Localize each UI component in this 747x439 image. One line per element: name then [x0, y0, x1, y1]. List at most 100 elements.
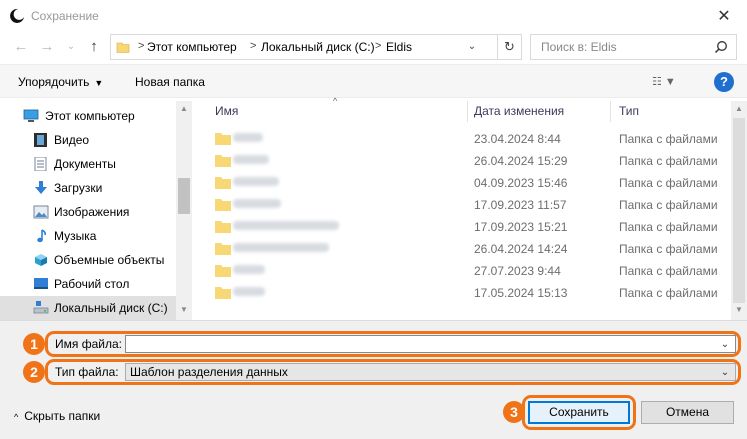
hide-folders-button[interactable]: ^ Скрыть папки	[14, 409, 100, 423]
app-icon	[10, 8, 24, 23]
column-header-name[interactable]: Имя	[215, 104, 238, 124]
breadcrumb-drive[interactable]: Локальный диск (C:)	[261, 40, 375, 54]
folder-icon	[215, 243, 231, 255]
documents-icon	[34, 157, 47, 171]
organize-button[interactable]: Упорядочить ▼	[18, 75, 103, 89]
3d-objects-icon	[35, 254, 47, 266]
file-row[interactable]: 17.09.2023 11:57 Папка с файлами	[197, 194, 731, 216]
forward-button[interactable]: →	[39, 39, 55, 55]
step-badge-2: 2	[23, 361, 45, 383]
close-icon: ✕	[717, 8, 731, 25]
view-options-button[interactable]: ☷ ▼	[652, 75, 692, 91]
sidebar-item-3d-objects[interactable]: Объемные объекты	[0, 248, 176, 272]
save-button[interactable]: Сохранить	[528, 401, 630, 424]
search-icon	[714, 41, 727, 54]
back-button[interactable]: ←	[13, 39, 29, 55]
sidebar-scrollbar[interactable]: ▲ ▼	[176, 101, 192, 320]
filename-input[interactable]: ⌄	[125, 335, 736, 353]
scroll-up-arrow-icon[interactable]: ▲	[176, 102, 192, 116]
sidebar-item-downloads[interactable]: Загрузки	[0, 176, 176, 200]
file-type: Папка с файлами	[619, 132, 718, 146]
file-list-scrollbar[interactable]: ▲ ▼	[731, 101, 747, 320]
file-row[interactable]: 26.04.2024 14:24 Папка с файлами	[197, 238, 731, 260]
sidebar-scrollbar-thumb[interactable]	[178, 178, 190, 214]
sidebar-item-label: Музыка	[54, 229, 97, 243]
folder-icon	[215, 133, 231, 145]
file-type: Папка с файлами	[619, 220, 718, 234]
file-name-redacted	[233, 133, 263, 142]
file-type: Папка с файлами	[619, 198, 718, 212]
breadcrumb-separator: >	[375, 40, 382, 52]
filename-label: Имя файла:	[55, 337, 122, 351]
column-divider[interactable]	[467, 101, 468, 122]
column-header-type[interactable]: Тип	[619, 104, 639, 124]
file-type: Папка с файлами	[619, 176, 718, 190]
computer-icon	[23, 109, 39, 122]
filetype-select[interactable]: Шаблон разделения данных ⌄	[125, 363, 736, 381]
up-button[interactable]: ↑	[86, 39, 102, 55]
file-date: 26.04.2024 15:29	[474, 154, 568, 168]
search-input[interactable]: Поиск в: Eldis	[530, 34, 737, 60]
breadcrumb-eldis[interactable]: Eldis	[386, 40, 412, 54]
file-row[interactable]: 27.07.2023 9:44 Папка с файлами	[197, 260, 731, 282]
scroll-down-arrow-icon[interactable]: ▼	[731, 303, 747, 317]
file-row[interactable]: 04.09.2023 15:46 Папка с файлами	[197, 172, 731, 194]
sidebar-item-pictures[interactable]: Изображения	[0, 200, 176, 224]
sidebar-item-label: Объемные объекты	[54, 253, 165, 267]
file-row[interactable]: 23.04.2024 8:44 Папка с файлами	[197, 128, 731, 150]
file-name-redacted	[233, 221, 339, 230]
column-header-date[interactable]: Дата изменения	[474, 104, 564, 124]
file-row[interactable]: 17.05.2024 15:13 Папка с файлами	[197, 282, 731, 304]
file-type: Папка с файлами	[619, 286, 718, 300]
file-row[interactable]: 17.09.2023 15:21 Папка с файлами	[197, 216, 731, 238]
navigation-pane: Этот компьютер Видео Документы Загрузки …	[0, 101, 192, 320]
file-name-redacted	[233, 243, 329, 252]
file-date: 27.07.2023 9:44	[474, 264, 561, 278]
sidebar-item-computer[interactable]: Этот компьютер	[0, 104, 176, 128]
file-name-redacted	[233, 199, 281, 208]
filetype-label: Тип файла:	[55, 365, 119, 379]
chevron-up-icon: ^	[14, 412, 19, 422]
help-button[interactable]: ?	[714, 72, 734, 92]
new-folder-button[interactable]: Новая папка	[135, 75, 205, 89]
sidebar-item-label: Рабочий стол	[54, 277, 130, 291]
music-icon	[37, 229, 46, 243]
cancel-button[interactable]: Отмена	[641, 401, 734, 424]
chevron-down-icon[interactable]: ⌄	[719, 337, 731, 353]
sidebar-item-local-disk[interactable]: Локальный диск (C:)	[0, 296, 176, 320]
sidebar-item-music[interactable]: Музыка	[0, 224, 176, 248]
search-placeholder: Поиск в: Eldis	[541, 40, 617, 54]
refresh-icon: ↻	[504, 39, 515, 54]
file-name-redacted	[233, 265, 265, 274]
downloads-icon	[35, 181, 47, 194]
file-type: Папка с файлами	[619, 264, 718, 278]
file-name-redacted	[233, 155, 269, 164]
filetype-row-highlight: Тип файла: Шаблон разделения данных ⌄	[45, 359, 741, 385]
video-icon	[34, 133, 47, 147]
file-row[interactable]: 26.04.2024 15:29 Папка с файлами	[197, 150, 731, 172]
sidebar-item-label: Документы	[54, 157, 116, 171]
close-button[interactable]: ✕	[701, 0, 747, 32]
address-bar[interactable]: > Этот компьютер > Локальный диск (C:) >…	[110, 34, 498, 60]
file-type: Папка с файлами	[619, 154, 718, 168]
sidebar-item-label: Загрузки	[54, 181, 103, 195]
file-list-scrollbar-thumb[interactable]	[733, 118, 745, 303]
scroll-up-arrow-icon[interactable]: ▲	[731, 102, 747, 116]
breadcrumb-separator: >	[250, 40, 257, 52]
sidebar-item-desktop[interactable]: Рабочий стол	[0, 272, 176, 296]
navigation-bar: ← → ⌄ ↑ > Этот компьютер > Локальный дис…	[0, 34, 747, 62]
title-bar: Сохранение ✕	[0, 0, 747, 32]
recent-locations-button[interactable]: ⌄	[63, 39, 79, 55]
filename-row-highlight: Имя файла: ⌄	[45, 331, 741, 357]
pictures-icon	[33, 205, 49, 219]
hide-folders-label: Скрыть папки	[24, 409, 101, 423]
sidebar-item-documents[interactable]: Документы	[0, 152, 176, 176]
file-date: 17.09.2023 15:21	[474, 220, 568, 234]
file-date: 23.04.2024 8:44	[474, 132, 561, 146]
scroll-down-arrow-icon[interactable]: ▼	[176, 303, 192, 317]
refresh-button[interactable]: ↻	[498, 34, 522, 60]
address-dropdown-button[interactable]: ⌄	[465, 35, 479, 59]
column-divider[interactable]	[610, 101, 611, 122]
breadcrumb-computer[interactable]: Этот компьютер	[147, 40, 237, 54]
sidebar-item-video[interactable]: Видео	[0, 128, 176, 152]
